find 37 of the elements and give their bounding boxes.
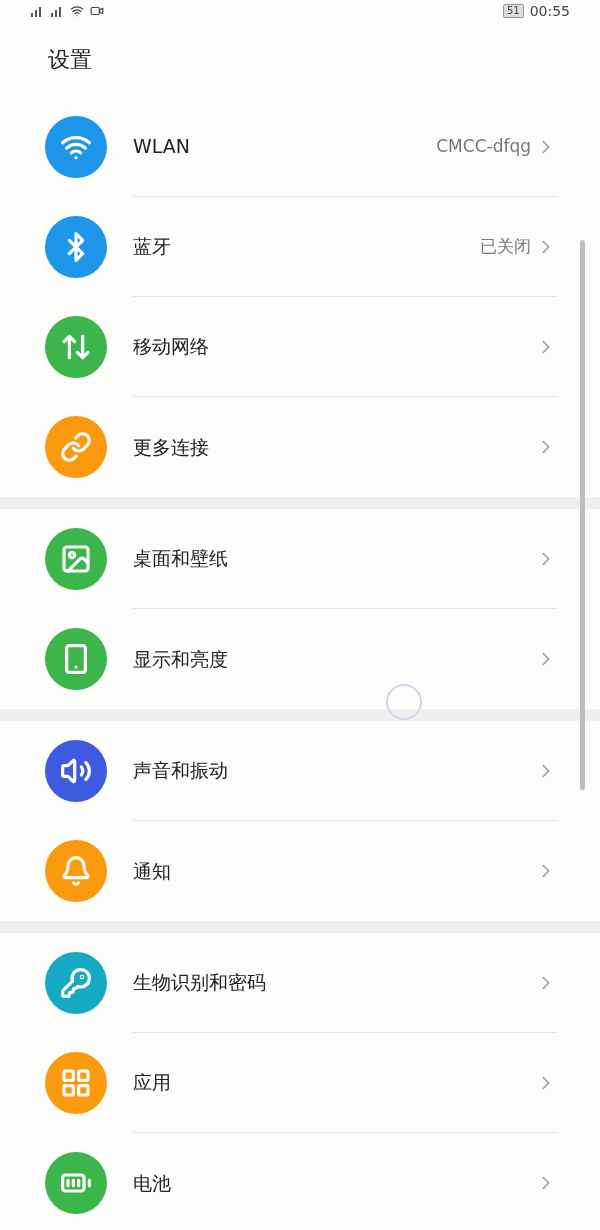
row-label: 生物识别和密码 — [133, 970, 267, 996]
link-icon — [60, 431, 92, 463]
battery-level: 51 — [502, 4, 524, 18]
key-icon — [60, 967, 92, 999]
settings-row[interactable]: 通知 — [0, 821, 600, 921]
row-value: CMCC-dfqg — [436, 134, 531, 158]
settings-row[interactable]: 更多连接 — [0, 397, 600, 497]
row-label: 移动网络 — [133, 334, 210, 360]
clock: 00:55 — [529, 1, 570, 21]
row-label: 声音和振动 — [133, 758, 229, 784]
bell-icon — [60, 855, 92, 887]
page-title: 设置 — [48, 46, 92, 74]
row-label: WLAN — [133, 134, 192, 160]
row-label: 电池 — [133, 1170, 172, 1196]
camera-icon — [90, 4, 104, 18]
signal-icon — [30, 5, 44, 17]
settings-row[interactable]: 声音和振动 — [0, 721, 600, 821]
settings-row[interactable]: 应用 — [0, 1033, 600, 1133]
grid-icon — [60, 1067, 92, 1099]
settings-row[interactable]: WLAN CMCC-dfqg — [0, 97, 600, 197]
settings-row[interactable]: 蓝牙 已关闭 — [0, 197, 600, 297]
settings-row[interactable]: 显示和亮度 — [0, 609, 600, 709]
row-value: 已关闭 — [480, 234, 531, 258]
settings-row[interactable]: 电池 — [0, 1133, 600, 1230]
settings-row[interactable]: 生物识别和密码 — [0, 933, 600, 1033]
row-label: 显示和亮度 — [133, 646, 229, 672]
row-label: 桌面和壁纸 — [133, 546, 229, 572]
touch-indicator — [386, 684, 422, 720]
settings-row[interactable]: 移动网络 — [0, 297, 600, 397]
image-icon — [60, 543, 92, 575]
row-label: 通知 — [133, 858, 172, 884]
row-label: 更多连接 — [133, 434, 210, 460]
wifi-status-icon — [70, 4, 84, 18]
row-label: 应用 — [133, 1070, 172, 1096]
settings-row[interactable]: 桌面和壁纸 — [0, 509, 600, 609]
signal-icon — [50, 5, 64, 17]
row-label: 蓝牙 — [133, 234, 172, 260]
